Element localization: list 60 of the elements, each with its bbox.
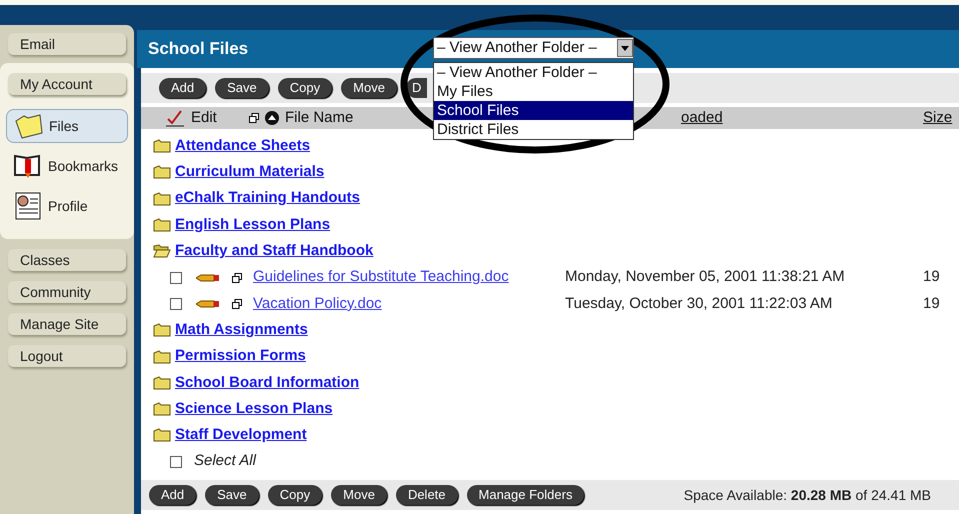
column-header[interactable]: Size	[923, 106, 952, 130]
folder-link[interactable]: School Board Information	[175, 372, 360, 394]
folder-link[interactable]: Faculty and Staff Handbook	[175, 240, 374, 263]
folder-link[interactable]: Science Lesson Plans	[175, 398, 333, 420]
window-icon	[249, 113, 259, 123]
folder-link[interactable]: eChalk Training Handouts	[175, 187, 360, 210]
checkbox[interactable]	[170, 456, 182, 468]
toolbar-button[interactable]: Move	[341, 78, 397, 98]
folder-link[interactable]: Math Assignments	[175, 318, 308, 342]
dropdown-option[interactable]: School Files	[434, 101, 633, 120]
nav-button[interactable]: Email	[8, 33, 126, 55]
book-icon	[13, 153, 43, 179]
dropdown-option[interactable]: – View Another Folder –	[434, 63, 633, 82]
toolbar-button[interactable]: Add	[149, 485, 196, 505]
profile-card-icon	[15, 192, 41, 220]
account-nav-item[interactable]: Profile	[6, 189, 128, 223]
folder-link[interactable]: Attendance Sheets	[175, 134, 310, 158]
nav-button[interactable]: Community	[8, 281, 126, 303]
window-icon	[232, 272, 242, 283]
toolbar-button[interactable]: Save	[205, 485, 259, 505]
toolbar-button[interactable]: Manage Folders	[466, 485, 584, 505]
folder-icon	[14, 113, 44, 139]
column-header[interactable]: File Name	[285, 106, 354, 130]
file-link[interactable]: Guidelines for Substitute Teaching.doc	[253, 266, 565, 289]
checkbox[interactable]	[170, 298, 182, 310]
dropdown-option[interactable]: District Files	[434, 120, 633, 139]
file-link[interactable]: Vacation Policy.doc	[253, 292, 565, 316]
sort-up-icon	[265, 111, 279, 125]
column-header[interactable]: oaded	[681, 106, 723, 130]
account-nav-item[interactable]: Bookmarks	[6, 149, 128, 183]
nav-button[interactable]: Classes	[8, 249, 126, 271]
size-text: 19	[923, 267, 940, 288]
pencil-icon	[196, 274, 220, 282]
size-text: 19	[923, 294, 940, 314]
folder-link[interactable]: English Lesson Plans	[175, 214, 330, 236]
nav-button[interactable]: Logout	[8, 345, 126, 367]
column-header[interactable]: Edit	[191, 106, 217, 130]
page-title: School Files	[148, 38, 248, 60]
window-icon	[232, 298, 242, 309]
toolbar-button[interactable]: Add	[159, 78, 206, 98]
toolbar-button[interactable]: Copy	[268, 485, 322, 505]
toolbar-button[interactable]: Delete	[396, 485, 458, 505]
checkbox[interactable]	[170, 272, 182, 284]
nav-button[interactable]: Manage Site	[8, 313, 126, 335]
date-text: Monday, November 05, 2001 11:38:21 AM	[565, 267, 846, 288]
nav-button[interactable]: My Account	[8, 73, 126, 95]
date-text: Tuesday, October 30, 2001 11:22:03 AM	[565, 294, 834, 314]
pencil-icon	[196, 300, 220, 308]
folder-link[interactable]: Curriculum Materials	[175, 161, 324, 184]
select-all-label: Select All	[194, 451, 256, 472]
folder-link[interactable]: Staff Development	[175, 424, 307, 447]
toolbar-button[interactable]: Save	[215, 78, 269, 98]
space-available-text: Space Available: 20.28 MB of 24.41 MB	[684, 486, 931, 505]
checkmark-icon	[165, 109, 185, 127]
folder-dropdown[interactable]: – View Another Folder –	[433, 37, 634, 59]
folder-link[interactable]: Permission Forms	[175, 345, 306, 368]
toolbar-button[interactable]: Move	[331, 485, 387, 505]
toolbar-button[interactable]: Copy	[278, 78, 332, 98]
account-nav-item[interactable]: Files	[6, 109, 128, 143]
dropdown-option[interactable]: My Files	[434, 82, 633, 101]
